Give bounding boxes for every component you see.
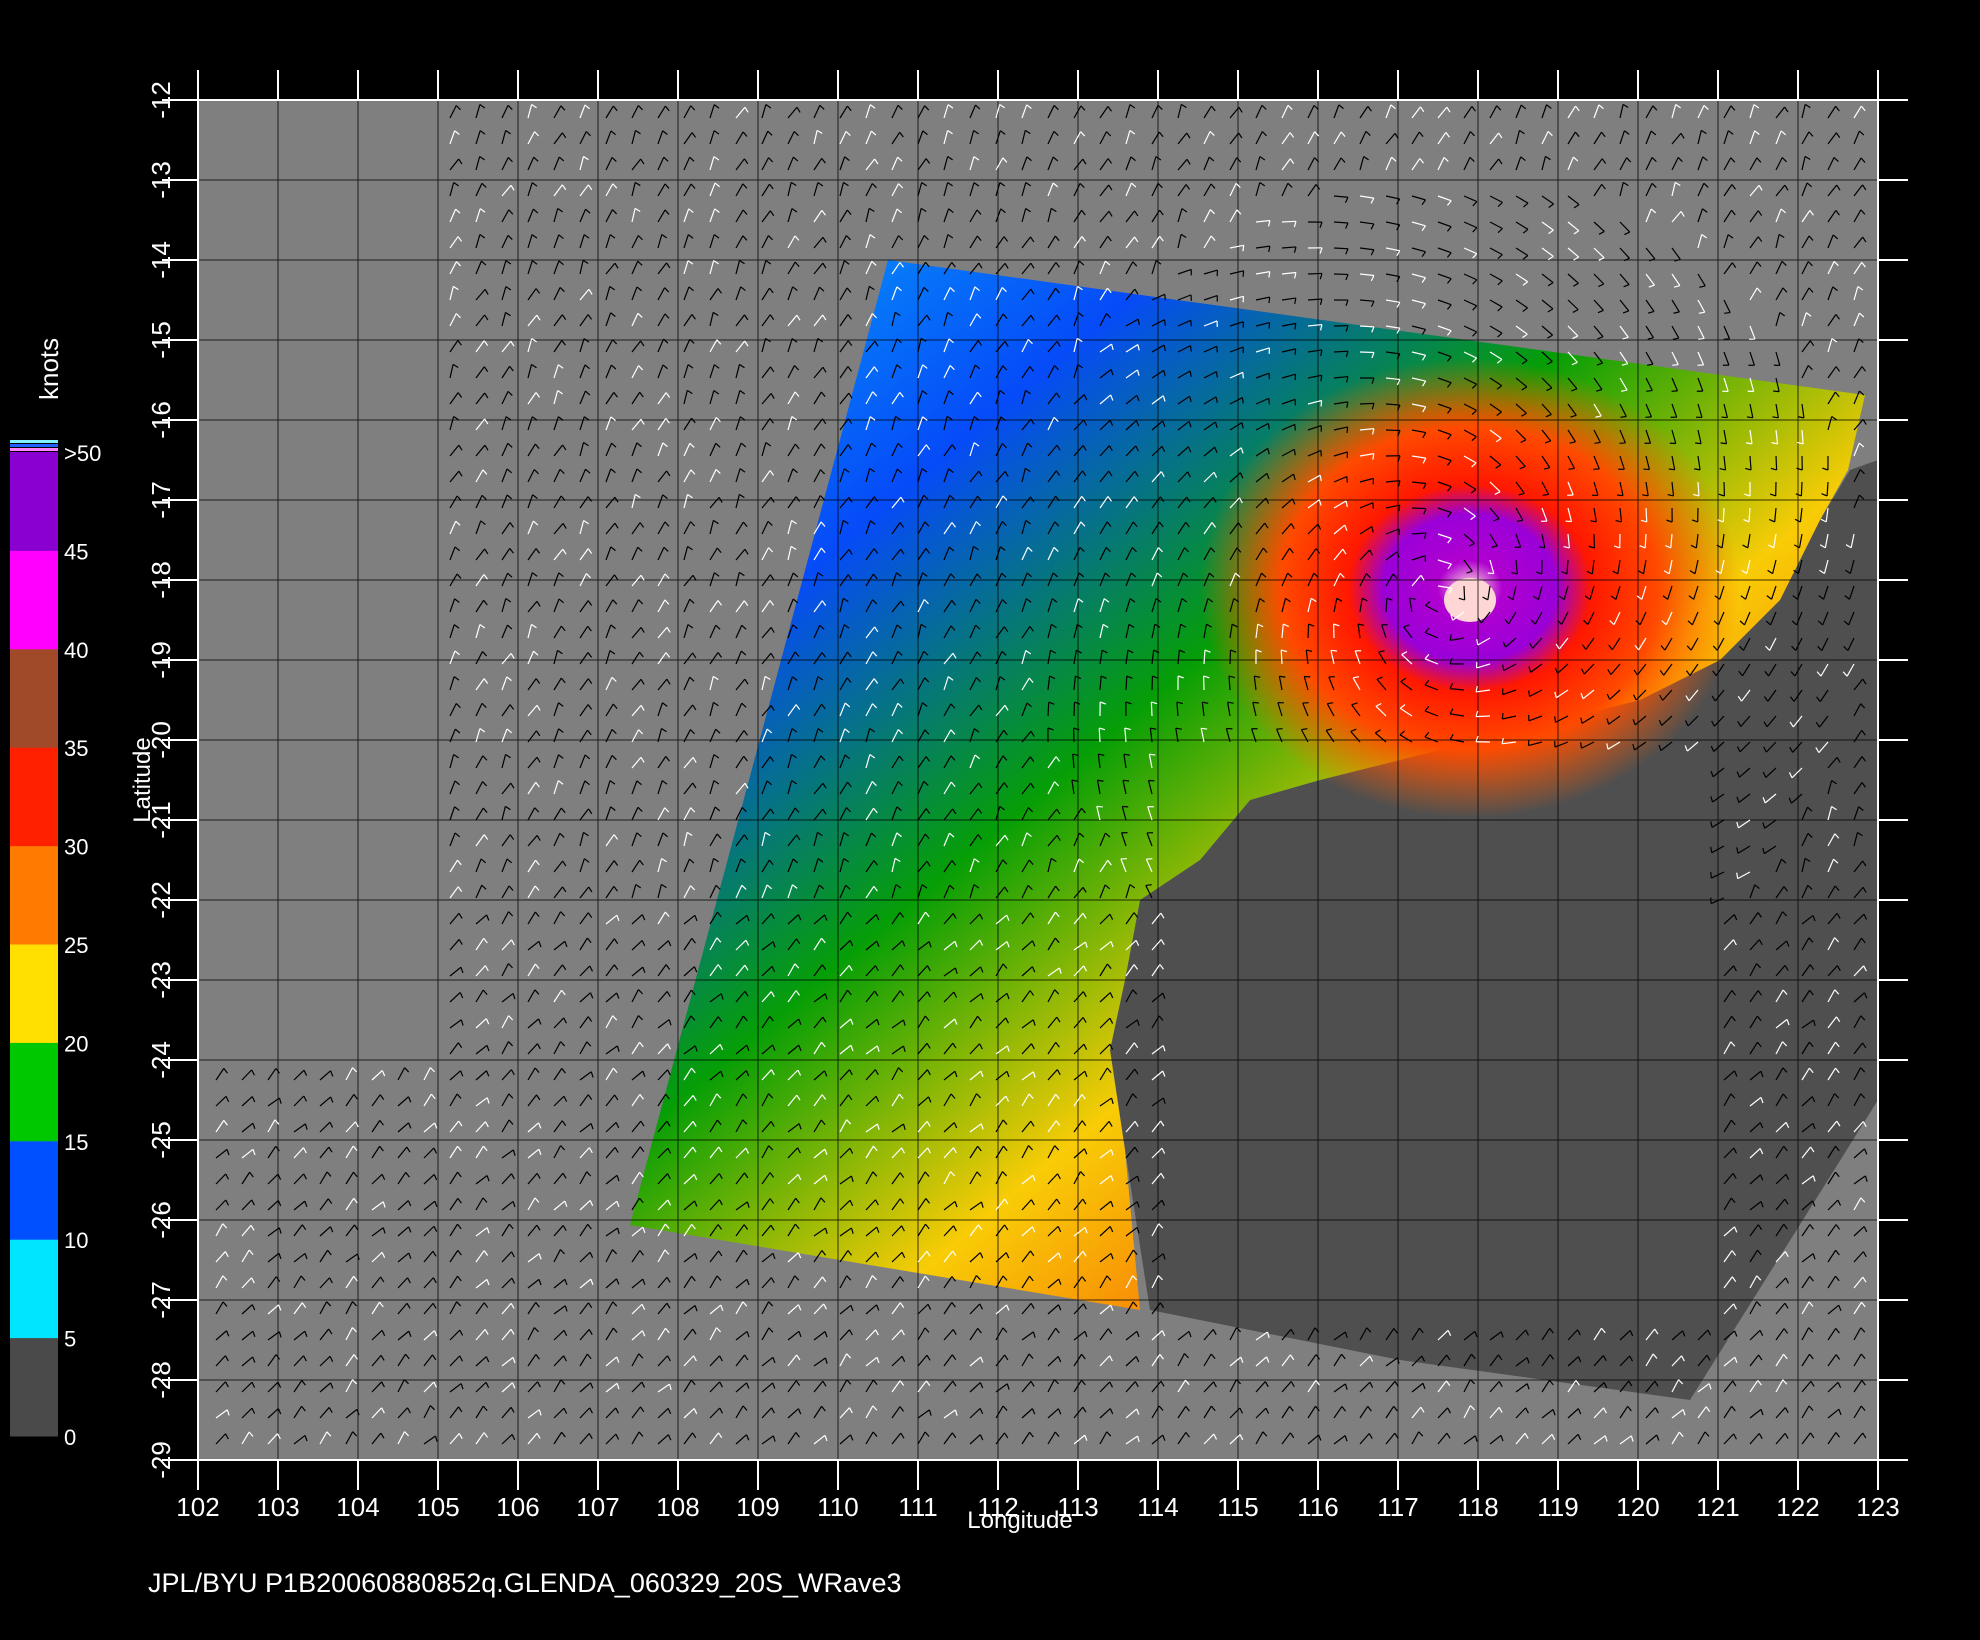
lat-tick-label: -29 xyxy=(146,1441,176,1479)
lon-tick-label: 111 xyxy=(898,1492,938,1522)
lon-tick-label: 122 xyxy=(1776,1492,1819,1522)
lat-tick-label: -23 xyxy=(146,961,176,999)
colorbar-segment xyxy=(10,845,58,945)
lon-tick-label: 115 xyxy=(1217,1492,1258,1522)
colorbar-label: 25 xyxy=(64,933,88,958)
colorbar: 0 5 10 15 20 25 30 35 40 45 >50 xyxy=(10,440,101,1450)
colorbar-segment xyxy=(10,550,58,650)
lon-tick-label: 107 xyxy=(576,1492,619,1522)
lon-tick-label: 119 xyxy=(1537,1492,1578,1522)
colorbar-label: 10 xyxy=(64,1228,88,1253)
colorbar-segment xyxy=(10,1042,58,1142)
colorbar-label: 0 xyxy=(64,1425,76,1450)
lat-tick-label: -28 xyxy=(146,1361,176,1399)
lat-tick-label: -19 xyxy=(146,641,176,679)
lon-tick-label: 118 xyxy=(1457,1492,1498,1522)
colorbar-segment xyxy=(10,1140,58,1240)
colorbar-label: 40 xyxy=(64,638,88,663)
lat-tick-label: -27 xyxy=(146,1281,176,1319)
colorbar-segment xyxy=(10,648,58,748)
colorbar-cap xyxy=(10,440,58,443)
wind-map-figure: 102 103 104 105 106 107 108 109 110 111 112 113 114 1… xyxy=(10,70,1908,1598)
colorbar-label: 30 xyxy=(64,835,88,860)
lon-tick-label: 110 xyxy=(817,1492,858,1522)
colorbar-segment xyxy=(10,452,58,551)
lon-tick-label: 123 xyxy=(1856,1492,1899,1522)
colorbar-label: 20 xyxy=(64,1031,88,1056)
lon-tick-label: 116 xyxy=(1297,1492,1338,1522)
lat-tick-label: -12 xyxy=(146,81,176,119)
lon-tick-label: 103 xyxy=(256,1492,299,1522)
lat-tick-label: -14 xyxy=(146,241,176,279)
lon-tick-label: 102 xyxy=(176,1492,219,1522)
lon-tick-label: 105 xyxy=(416,1492,459,1522)
lon-tick-label: 109 xyxy=(736,1492,779,1522)
colorbar-segment xyxy=(10,944,58,1043)
lon-tick-label: 106 xyxy=(496,1492,539,1522)
colorbar-cap xyxy=(10,444,58,447)
lat-tick-label: -26 xyxy=(146,1201,176,1239)
lon-tick-label: 117 xyxy=(1377,1492,1418,1522)
lat-tick-label: -17 xyxy=(146,481,176,519)
y-axis-label: Latitude xyxy=(129,737,156,822)
colorbar-segment xyxy=(10,1239,58,1339)
lon-tick-label: 121 xyxy=(1696,1492,1739,1522)
lat-tick-label: -16 xyxy=(146,401,176,439)
colorbar-segment xyxy=(10,747,58,847)
colorbar-label: 5 xyxy=(64,1327,76,1352)
lon-tick-label: 114 xyxy=(1137,1492,1178,1522)
x-axis-label: Longitude xyxy=(967,1507,1072,1534)
lat-tick-label: -24 xyxy=(146,1041,176,1079)
colorbar-label: 35 xyxy=(64,736,88,761)
lat-tick-label: -15 xyxy=(146,321,176,359)
colorbar-cap xyxy=(10,448,58,451)
colorbar-unit: knots xyxy=(34,338,64,400)
footer-caption: JPL/BYU P1B20060880852q.GLENDA_060329_20… xyxy=(148,1568,902,1598)
lat-tick-label: -25 xyxy=(146,1121,176,1159)
lat-tick-label: -13 xyxy=(146,161,176,199)
lon-tick-label: 104 xyxy=(336,1492,379,1522)
colorbar-segment xyxy=(10,1337,58,1437)
lat-tick-label: -22 xyxy=(146,881,176,919)
colorbar-label: 45 xyxy=(64,539,88,564)
lat-tick-label: -18 xyxy=(146,561,176,599)
map-plot-area xyxy=(198,100,1878,1460)
lon-tick-label: 120 xyxy=(1616,1492,1659,1522)
lon-tick-label: 108 xyxy=(656,1492,699,1522)
colorbar-label: 15 xyxy=(64,1130,88,1155)
colorbar-label: >50 xyxy=(64,441,101,466)
